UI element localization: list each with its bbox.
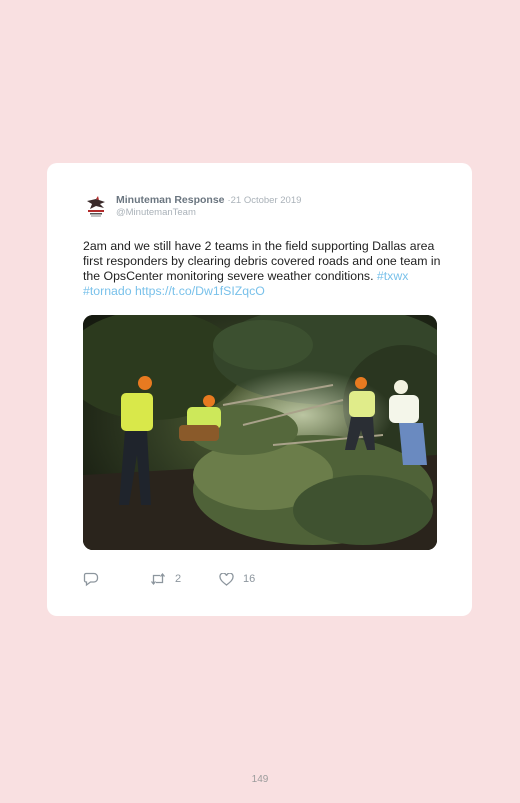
display-name[interactable]: Minuteman Response bbox=[116, 194, 225, 206]
retweet-count: 2 bbox=[175, 573, 182, 585]
tweet-date[interactable]: 21 October 2019 bbox=[231, 195, 302, 206]
tweet-card: Minuteman Response ·21 October 2019 @Min… bbox=[47, 163, 472, 616]
hashtag-txwx[interactable]: #txwx bbox=[377, 269, 408, 283]
hashtag-tornado[interactable]: #tornado bbox=[83, 284, 132, 298]
like-button[interactable]: 16 bbox=[219, 570, 255, 588]
like-count: 16 bbox=[243, 573, 256, 585]
page-number: 149 bbox=[251, 774, 269, 785]
tweet-header: Minuteman Response ·21 October 2019 @Min… bbox=[83, 194, 452, 220]
tweet-photo[interactable] bbox=[83, 315, 437, 550]
avatar[interactable] bbox=[83, 194, 109, 220]
heart-icon bbox=[219, 572, 234, 586]
minuteman-logo-icon bbox=[87, 196, 105, 217]
name-line: Minuteman Response ·21 October 2019 bbox=[116, 194, 301, 207]
tweet-text: 2am and we still have 2 teams in the fie… bbox=[83, 239, 443, 299]
reply-icon bbox=[83, 572, 99, 586]
retweet-button[interactable]: 2 bbox=[150, 570, 181, 588]
user-handle[interactable]: @MinutemanTeam bbox=[116, 207, 196, 218]
retweet-icon bbox=[150, 572, 166, 586]
tweet-url[interactable]: https://t.co/Dw1fSIZqcO bbox=[135, 284, 265, 298]
tweet-actions: 2 16 bbox=[83, 570, 283, 588]
reply-button[interactable] bbox=[83, 570, 99, 588]
